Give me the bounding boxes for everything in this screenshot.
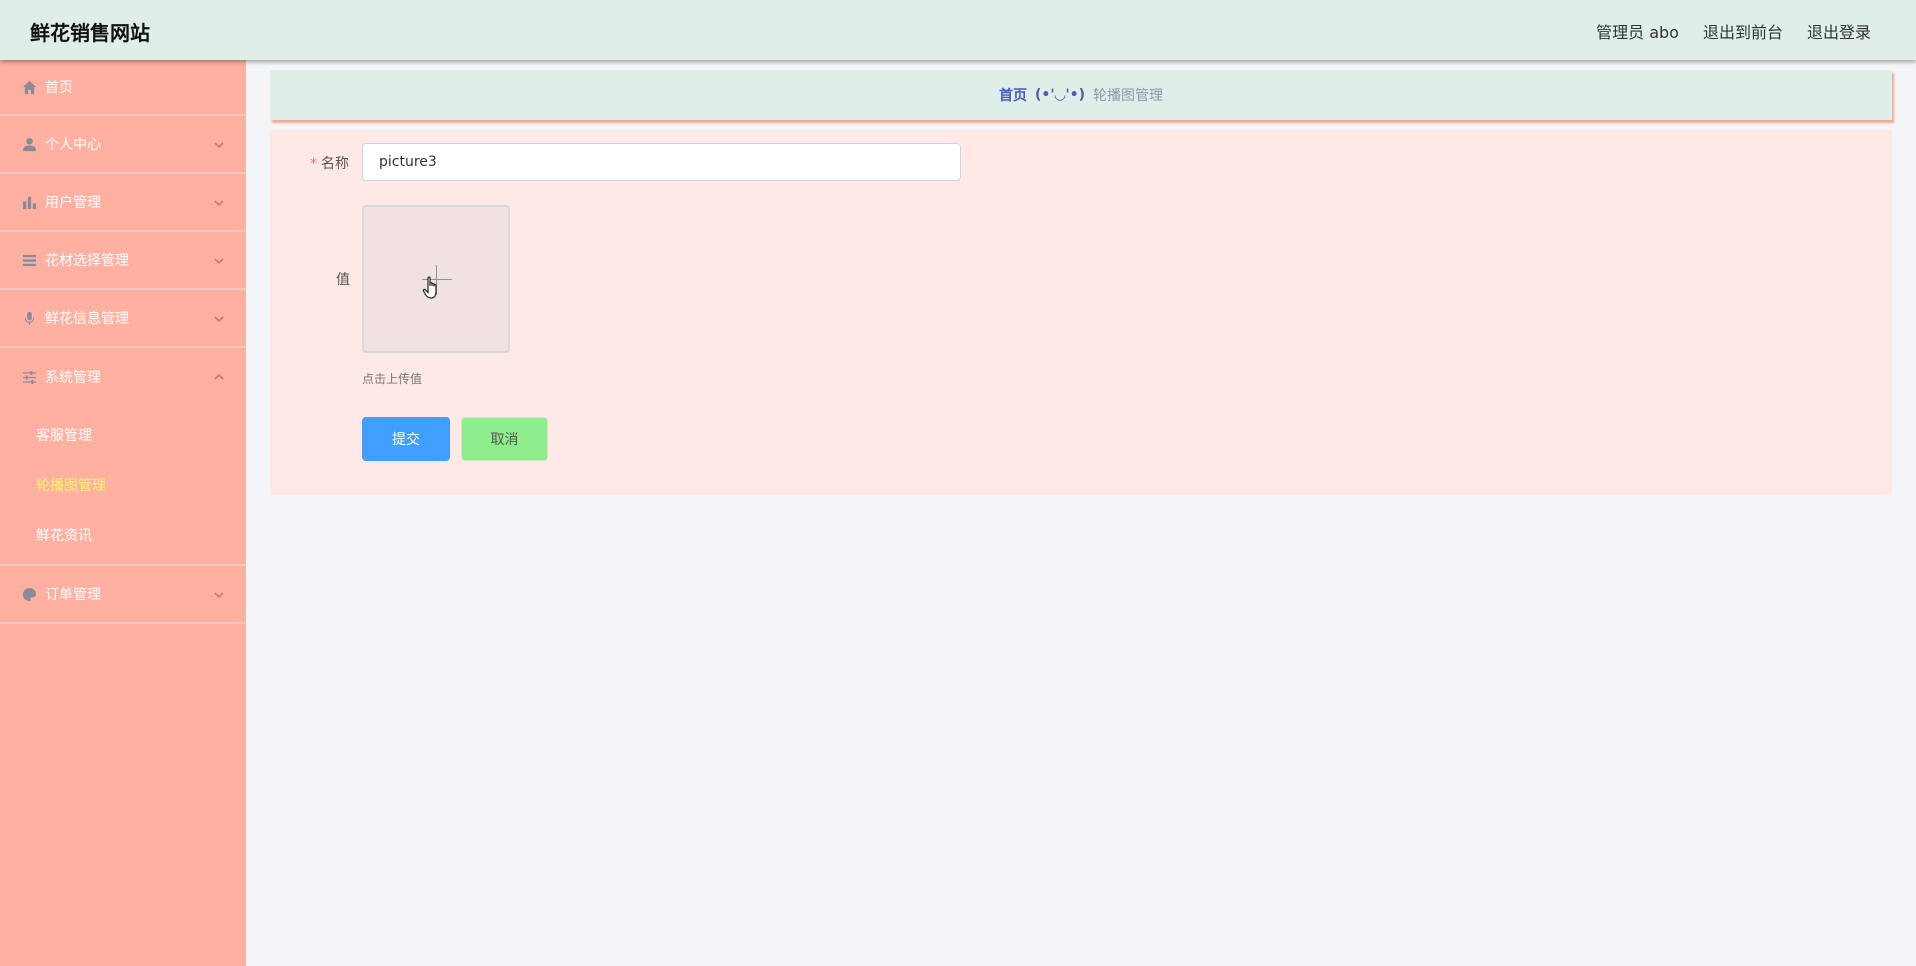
upload-tip: 点击上传值	[362, 372, 423, 386]
paint-icon	[21, 586, 37, 602]
header-actions: 管理员 abo 退出到前台 退出登录	[1596, 19, 1871, 43]
sidebar-item-label: 个人中心	[45, 137, 101, 153]
cancel-button[interactable]: 取消	[461, 417, 548, 461]
breadcrumb-separator: (•'◡'•)	[1034, 87, 1086, 103]
sliders-icon	[21, 369, 37, 385]
sidebar-item-order-management[interactable]: 订单管理	[0, 566, 246, 624]
site-title: 鲜花销售网站	[30, 21, 150, 45]
breadcrumb-home[interactable]: 首页	[999, 85, 1027, 105]
list-icon	[21, 252, 37, 268]
microphone-icon	[21, 310, 37, 326]
system-submenu: 客服管理 轮播图管理 鲜花资讯	[0, 406, 246, 566]
sidebar-subitem-carousel[interactable]: 轮播图管理	[0, 460, 246, 510]
sidebar-item-user-management[interactable]: 用户管理	[0, 174, 246, 232]
carousel-edit-form: *名称 值 点击上传值 提交 取消	[270, 130, 1892, 495]
exit-to-front-link[interactable]: 退出到前台	[1703, 19, 1783, 43]
breadcrumb-current: 轮播图管理	[1093, 88, 1164, 104]
sidebar-item-flower-info[interactable]: 鲜花信息管理	[0, 290, 246, 348]
sidebar-item-system-management[interactable]: 系统管理	[0, 348, 246, 406]
chevron-down-icon	[214, 196, 224, 207]
hand-cursor-icon	[422, 276, 437, 299]
sidebar-subitem-flower-news[interactable]: 鲜花资讯	[0, 510, 246, 560]
user-icon	[21, 136, 37, 152]
sidebar-item-label: 用户管理	[45, 195, 101, 211]
admin-user-label: 管理员 abo	[1596, 23, 1679, 42]
top-header: 鲜花销售网站 管理员 abo 退出到前台 退出登录	[0, 0, 1916, 60]
value-field-label: 值	[336, 272, 350, 288]
chevron-down-icon	[214, 312, 224, 323]
sidebar: 首页 个人中心 用户管理 花材选择管理 鲜花信息管理 系统管理 客服管理 轮播图…	[0, 60, 246, 966]
required-marker: *	[310, 156, 317, 172]
chevron-up-icon	[214, 370, 224, 380]
name-field-label: * 名称	[310, 156, 349, 172]
image-upload-box[interactable]	[362, 205, 510, 353]
chevron-down-icon	[214, 588, 224, 599]
sidebar-item-label: 鲜花信息管理	[45, 311, 129, 327]
sidebar-item-label: 系统管理	[45, 370, 101, 386]
name-input[interactable]	[362, 143, 961, 181]
sidebar-subitem-customer-service[interactable]: 客服管理	[0, 410, 246, 460]
sidebar-item-home[interactable]: 首页	[0, 60, 246, 116]
sidebar-item-label: 首页	[45, 80, 73, 96]
sidebar-item-flower-material[interactable]: 花材选择管理	[0, 232, 246, 290]
sidebar-item-personal-center[interactable]: 个人中心	[0, 116, 246, 174]
chevron-down-icon	[214, 138, 224, 149]
submit-button[interactable]: 提交	[362, 417, 450, 461]
bar-chart-icon	[21, 194, 37, 210]
sidebar-item-label: 订单管理	[45, 587, 101, 603]
sidebar-item-label: 花材选择管理	[45, 253, 129, 269]
breadcrumb: 首页 (•'◡'•) 轮播图管理	[270, 70, 1892, 120]
home-icon	[21, 79, 37, 95]
logout-link[interactable]: 退出登录	[1807, 19, 1871, 43]
chevron-down-icon	[214, 254, 224, 265]
